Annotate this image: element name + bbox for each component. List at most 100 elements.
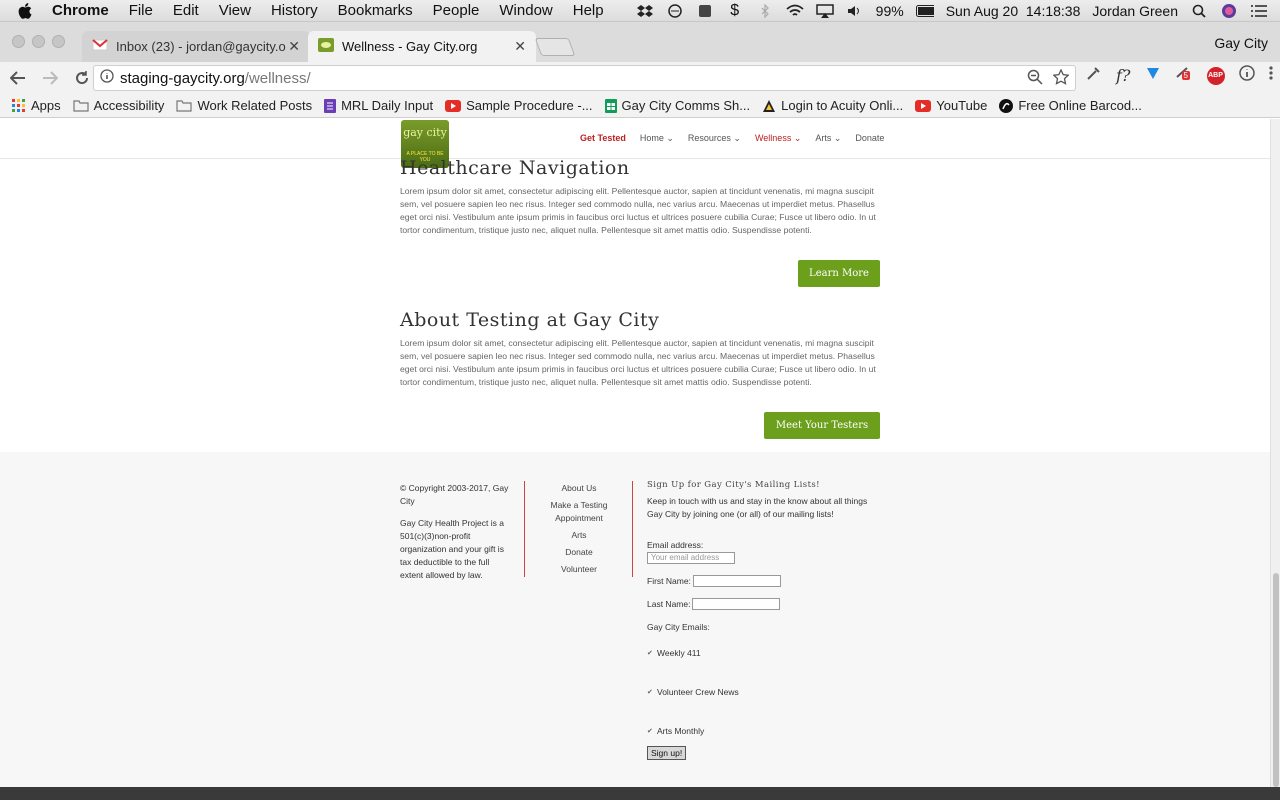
menu-window[interactable]: Window [499,2,552,19]
footer-link-donate[interactable]: Donate [528,546,630,559]
eyedropper-icon[interactable] [1086,65,1102,86]
list-option-arts-monthly[interactable]: ✔ Arts Monthly [647,726,704,736]
footer-link-about-us[interactable]: About Us [528,482,630,495]
menu-app-name[interactable]: Chrome [52,2,109,19]
last-name-field[interactable] [692,598,781,610]
tab-gmail[interactable]: Inbox (23) - jordan@gaycity.org ✕ [82,31,310,62]
minimize-window-button[interactable] [32,35,45,48]
menu-file[interactable]: File [129,2,153,19]
macos-menubar: Chrome File Edit View History Bookmarks … [0,0,1280,22]
tab-wellness[interactable]: Wellness - Gay City.org ✕ [308,31,536,62]
siri-icon[interactable] [1220,3,1238,19]
bookmark-sample-procedure[interactable]: Sample Procedure -... [445,98,593,113]
menu-bookmarks[interactable]: Bookmarks [338,2,413,19]
nav-arts[interactable]: Arts ⌄ [815,133,841,144]
nav-get-tested[interactable]: Get Tested [580,133,626,144]
last-name-label: Last Name: [647,599,691,609]
section-body: Lorem ipsum dolor sit amet, consectetur … [400,338,876,387]
chrome-menu-icon[interactable] [1268,65,1273,86]
battery-icon[interactable] [915,3,934,19]
close-window-button[interactable] [12,35,25,48]
meet-your-testers-button[interactable]: Meet Your Testers [764,412,880,439]
adblock-icon[interactable]: ABP [1206,66,1225,85]
forward-button[interactable] [36,64,64,92]
checkbox[interactable]: ✔ [647,728,654,735]
info-extension-icon[interactable] [1238,65,1255,86]
tab-title: Inbox (23) - jordan@gaycity.org [116,39,286,54]
mailing-heading: Sign Up for Gay City's Mailing Lists! [647,480,820,490]
bookmark-mrl-daily-input[interactable]: MRL Daily Input [324,98,433,113]
list-option-label: Volunteer Crew News [657,687,739,697]
readkit-icon[interactable] [696,3,714,19]
bookmark-youtube[interactable]: YouTube [915,98,987,113]
page-scrollbar[interactable] [1270,119,1280,787]
bookmark-work-related-posts[interactable]: Work Related Posts [176,98,312,113]
bookmark-label: Gay City Comms Sh... [621,98,751,113]
sheets-icon [604,98,617,113]
menu-history[interactable]: History [271,2,318,19]
tab-title: Wellness - Gay City.org [342,39,478,54]
spotlight-icon[interactable] [1190,3,1208,19]
footer-link-testing-appointment[interactable]: Make a Testing Appointment [528,499,630,525]
list-option-volunteer-crew-news[interactable]: ✔ Volunteer Crew News [647,687,739,697]
site-info-icon[interactable] [100,69,114,87]
reload-button[interactable] [68,64,96,92]
sync-icon[interactable] [666,3,684,19]
scrollbar-thumb[interactable] [1273,573,1279,787]
learn-more-button[interactable]: Learn More [798,260,880,287]
bluetooth-icon[interactable] [756,3,774,19]
footer-link-volunteer[interactable]: Volunteer [528,563,630,576]
menu-people[interactable]: People [433,2,480,19]
mailing-intro: Keep in touch with us and stay in the kn… [647,496,868,519]
dollar-icon[interactable]: $ [726,2,744,19]
bookmark-label: Work Related Posts [197,98,313,113]
bookmark-apps[interactable]: Apps [12,98,61,113]
menu-help[interactable]: Help [573,2,604,19]
close-tab-icon[interactable]: ✕ [514,38,526,55]
first-name-label: First Name: [647,576,691,586]
checkbox[interactable]: ✔ [647,689,654,696]
email-field[interactable]: Your email address [647,552,735,564]
wifi-icon[interactable] [786,3,804,19]
first-name-field[interactable] [692,575,781,587]
maximize-window-button[interactable] [52,35,65,48]
window-bottom-edge [0,787,1280,800]
bookmark-barcode[interactable]: Free Online Barcod... [999,98,1142,113]
bookmark-acuity[interactable]: Login to Acuity Onli... [762,98,903,113]
dropbox-icon[interactable] [636,3,654,19]
bookmark-gay-city-comms[interactable]: Gay City Comms Sh... [604,98,751,113]
close-tab-icon[interactable]: ✕ [288,38,300,55]
menu-view[interactable]: View [219,2,251,19]
extensions-area: f? 5 ABP [1086,65,1273,86]
sign-up-button[interactable]: Sign up! [647,746,687,760]
nav-wellness[interactable]: Wellness ⌄ [755,133,801,144]
back-button[interactable] [4,64,32,92]
clock[interactable]: Sun Aug 20 14:18:38 [946,3,1081,19]
address-bar[interactable]: staging-gaycity.org/wellness/ [93,65,1076,91]
notification-center-icon[interactable] [1250,3,1268,19]
list-option-weekly-411[interactable]: ✔ Weekly 411 [647,648,701,658]
logo-text: gay city [403,126,447,139]
badge-extension-icon[interactable]: 5 [1175,65,1193,86]
section-healthcare-navigation: Healthcare Navigation Lorem ipsum dolor … [400,157,880,287]
nav-home[interactable]: Home ⌄ [640,133,674,144]
folder-icon [176,99,193,112]
bookmark-accessibility[interactable]: Accessibility [73,98,164,113]
bookmark-label: Sample Procedure -... [466,98,593,113]
checkbox[interactable]: ✔ [647,650,654,657]
v-extension-icon[interactable] [1145,65,1161,86]
bookmark-star-icon[interactable] [1052,68,1070,89]
user-name[interactable]: Jordan Green [1092,3,1178,19]
nav-donate[interactable]: Donate [855,133,884,144]
volume-icon[interactable] [846,3,864,19]
new-tab-button[interactable] [534,38,576,56]
airplay-icon[interactable] [815,3,834,19]
font-finder-icon[interactable]: f? [1116,66,1131,85]
menu-edit[interactable]: Edit [173,2,199,19]
zoom-icon[interactable] [1027,69,1043,89]
apple-icon[interactable] [18,2,36,19]
profile-name[interactable]: Gay City [1214,35,1268,51]
footer-link-arts[interactable]: Arts [528,529,630,542]
battery-percent: 99% [875,3,904,19]
nav-resources[interactable]: Resources ⌄ [688,133,741,144]
